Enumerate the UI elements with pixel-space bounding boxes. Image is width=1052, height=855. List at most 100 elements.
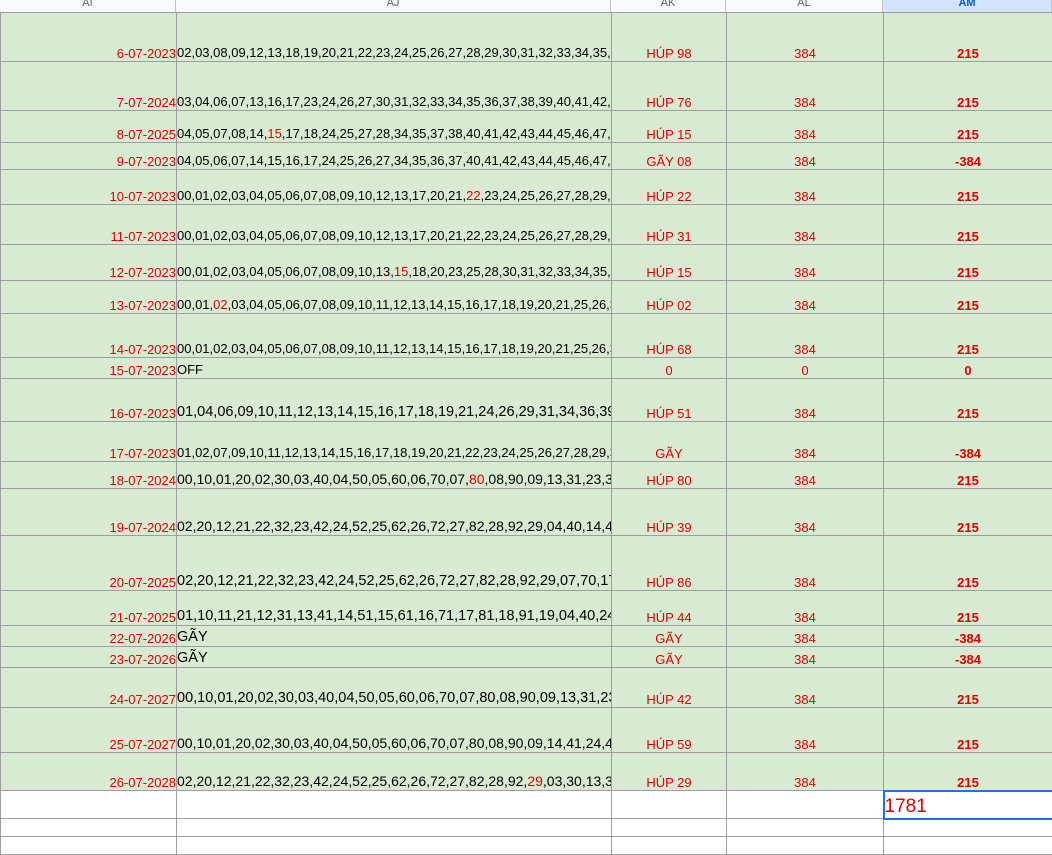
empty-cell[interactable] [177,819,612,837]
result-cell[interactable]: HÚP 39 [612,489,727,536]
empty-cell[interactable] [612,791,727,819]
result-cell[interactable]: HÚP 59 [612,708,727,753]
result-cell[interactable]: HÚP 80 [612,462,727,489]
column-header-ak[interactable]: AK [611,0,726,12]
stake-cell[interactable]: 0 [727,358,884,379]
numbers-cell[interactable]: 04,05,07,08,14,15,17,18,24,25,27,28,34,3… [177,111,612,143]
column-header-al[interactable]: AL [726,0,883,12]
stake-cell[interactable]: 384 [727,314,884,358]
numbers-cell[interactable]: 00,10,01,20,02,30,03,40,04,50,05,60,06,7… [177,668,612,708]
empty-cell[interactable] [1,819,177,837]
empty-cell[interactable] [1,837,177,855]
profit-cell[interactable]: 215 [884,462,1052,489]
result-cell[interactable]: HÚP 02 [612,281,727,314]
date-cell[interactable]: 6-07-2023 [1,13,177,62]
empty-cell[interactable] [612,819,727,837]
result-cell[interactable]: HÚP 31 [612,205,727,245]
empty-cell[interactable] [1,791,177,819]
date-cell[interactable]: 18-07-2024 [1,462,177,489]
numbers-cell[interactable]: 02,20,12,21,22,32,23,42,24,52,25,62,26,7… [177,489,612,536]
profit-cell[interactable]: 215 [884,62,1052,111]
profit-cell[interactable]: 215 [884,111,1052,143]
numbers-cell[interactable]: 01,02,07,09,10,11,12,13,14,15,16,17,18,1… [177,422,612,462]
result-cell[interactable]: HÚP 22 [612,170,727,205]
numbers-cell[interactable]: 00,01,02,03,04,05,06,07,08,09,10,12,13,1… [177,170,612,205]
stake-cell[interactable]: 384 [727,379,884,422]
result-cell[interactable]: HÚP 15 [612,245,727,281]
profit-cell[interactable]: 215 [884,708,1052,753]
profit-cell[interactable]: -384 [884,626,1052,647]
date-cell[interactable]: 11-07-2023 [1,205,177,245]
result-cell[interactable]: HÚP 15 [612,111,727,143]
profit-cell[interactable]: 215 [884,170,1052,205]
result-cell[interactable]: GÃY [612,647,727,668]
result-cell[interactable]: GÃY 08 [612,143,727,170]
date-cell[interactable]: 25-07-2027 [1,708,177,753]
date-cell[interactable]: 20-07-2025 [1,536,177,591]
stake-cell[interactable]: 384 [727,205,884,245]
stake-cell[interactable]: 384 [727,536,884,591]
numbers-cell[interactable]: OFF [177,358,612,379]
stake-cell[interactable]: 384 [727,626,884,647]
numbers-cell[interactable]: 04,05,06,07,14,15,16,17,24,25,26,27,34,3… [177,143,612,170]
date-cell[interactable]: 13-07-2023 [1,281,177,314]
result-cell[interactable]: HÚP 44 [612,591,727,626]
numbers-cell[interactable]: GÃY [177,626,612,647]
profit-cell[interactable]: 0 [884,358,1052,379]
column-header-ai[interactable]: AI [0,0,176,12]
numbers-cell[interactable]: 02,20,12,21,22,32,23,42,24,52,25,62,26,7… [177,753,612,791]
profit-cell[interactable]: 215 [884,314,1052,358]
date-cell[interactable]: 8-07-2025 [1,111,177,143]
numbers-cell[interactable]: 01,10,11,21,12,31,13,41,14,51,15,61,16,7… [177,591,612,626]
date-cell[interactable]: 10-07-2023 [1,170,177,205]
total-cell-selected[interactable]: 1781 [884,791,1052,819]
empty-cell[interactable] [727,791,884,819]
empty-cell[interactable] [727,819,884,837]
numbers-cell[interactable]: 02,03,08,09,12,13,18,19,20,21,22,23,24,2… [177,13,612,62]
profit-cell[interactable]: 215 [884,668,1052,708]
profit-cell[interactable]: 215 [884,489,1052,536]
profit-cell[interactable]: -384 [884,143,1052,170]
result-cell[interactable]: HÚP 29 [612,753,727,791]
date-cell[interactable]: 14-07-2023 [1,314,177,358]
profit-cell[interactable]: 215 [884,13,1052,62]
empty-cell[interactable] [884,837,1052,855]
date-cell[interactable]: 23-07-2026 [1,647,177,668]
profit-cell[interactable]: 215 [884,379,1052,422]
date-cell[interactable]: 17-07-2023 [1,422,177,462]
empty-cell[interactable] [177,791,612,819]
stake-cell[interactable]: 384 [727,668,884,708]
result-cell[interactable]: HÚP 68 [612,314,727,358]
stake-cell[interactable]: 384 [727,462,884,489]
stake-cell[interactable]: 384 [727,708,884,753]
stake-cell[interactable]: 384 [727,647,884,668]
profit-cell[interactable]: 215 [884,205,1052,245]
stake-cell[interactable]: 384 [727,245,884,281]
date-cell[interactable]: 19-07-2024 [1,489,177,536]
stake-cell[interactable]: 384 [727,111,884,143]
stake-cell[interactable]: 384 [727,143,884,170]
result-cell[interactable]: GÃY [612,626,727,647]
empty-cell[interactable] [727,837,884,855]
profit-cell[interactable]: 215 [884,245,1052,281]
stake-cell[interactable]: 384 [727,591,884,626]
numbers-cell[interactable]: 00,01,02,03,04,05,06,07,08,09,10,12,13,1… [177,205,612,245]
stake-cell[interactable]: 384 [727,281,884,314]
stake-cell[interactable]: 384 [727,753,884,791]
result-cell[interactable]: HÚP 76 [612,62,727,111]
numbers-cell[interactable]: 00,01,02,03,04,05,06,07,08,09,10,11,12,1… [177,281,612,314]
column-header-aj[interactable]: AJ [176,0,611,12]
result-cell[interactable]: HÚP 98 [612,13,727,62]
date-cell[interactable]: 15-07-2023 [1,358,177,379]
date-cell[interactable]: 9-07-2023 [1,143,177,170]
date-cell[interactable]: 7-07-2024 [1,62,177,111]
date-cell[interactable]: 24-07-2027 [1,668,177,708]
numbers-cell[interactable]: 00,01,02,03,04,05,06,07,08,09,10,13,15,1… [177,245,612,281]
result-cell[interactable]: GÃY [612,422,727,462]
stake-cell[interactable]: 384 [727,62,884,111]
date-cell[interactable]: 22-07-2026 [1,626,177,647]
numbers-cell[interactable]: 02,20,12,21,22,32,23,42,24,52,25,62,26,7… [177,536,612,591]
profit-cell[interactable]: -384 [884,647,1052,668]
numbers-cell[interactable]: 03,04,06,07,13,16,17,23,24,26,27,30,31,3… [177,62,612,111]
result-cell[interactable]: HÚP 42 [612,668,727,708]
